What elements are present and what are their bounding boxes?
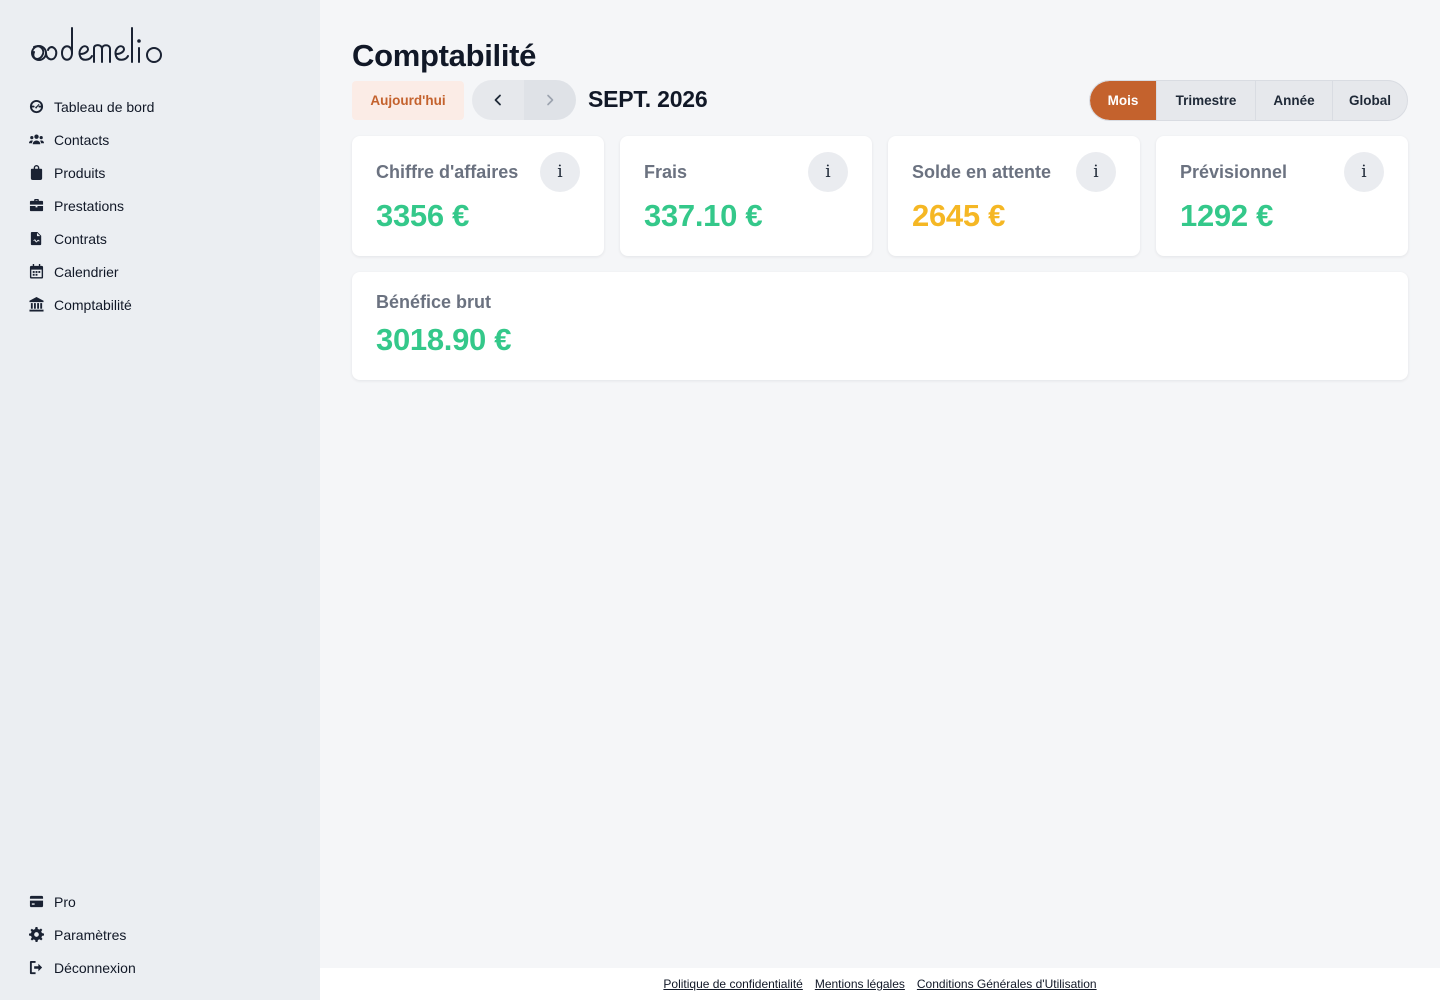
sidebar-item-contacts[interactable]: Contacts: [28, 123, 154, 156]
period-selector: Mois Trimestre Année Global: [1089, 80, 1408, 121]
info-button[interactable]: i: [1344, 152, 1384, 192]
main-content: Comptabilité Aujourd'hui SEPT. 2026 Mois…: [320, 0, 1440, 968]
card-label: Solde en attente: [912, 162, 1052, 182]
card-value: 3018.90 €: [376, 322, 512, 357]
privacy-policy-link[interactable]: Politique de confidentialité: [663, 977, 802, 991]
card-value: 1292 €: [1180, 198, 1274, 233]
sidebar-item-label: Comptabilité: [54, 296, 132, 313]
card-value: 337.10 €: [644, 198, 763, 233]
forecast-card: Prévisionnel 1292 € i: [1156, 136, 1408, 256]
sidebar-item-label: Tableau de bord: [54, 98, 155, 115]
sidebar: ademelio Tableau de bord Contacts Produi…: [0, 0, 320, 1000]
sidebar-item-comptabilite[interactable]: Comptabilité: [28, 288, 154, 321]
sidebar-item-label: Pro: [54, 893, 76, 910]
current-period: SEPT. 2026: [588, 86, 708, 112]
sidebar-item-produits[interactable]: Produits: [28, 156, 154, 189]
info-button[interactable]: i: [1076, 152, 1116, 192]
contract-icon: [28, 231, 44, 247]
users-icon: [28, 132, 44, 148]
logo-mark: [31, 27, 162, 63]
briefcase-icon: [28, 198, 44, 214]
sidebar-item-label: Déconnexion: [54, 959, 136, 976]
page-title: Comptabilité: [352, 38, 537, 73]
card-label: Bénéfice brut: [376, 292, 492, 312]
terms-link[interactable]: Conditions Générales d'Utilisation: [917, 977, 1097, 991]
period-option-global[interactable]: Global: [1332, 81, 1407, 120]
previous-period-button[interactable]: [472, 80, 524, 120]
card-label: Frais: [644, 162, 688, 182]
sidebar-item-calendrier[interactable]: Calendrier: [28, 255, 154, 288]
period-navigation: [472, 80, 576, 120]
chevron-right-icon: [547, 94, 554, 106]
next-period-button[interactable]: [524, 80, 576, 120]
sidebar-item-tableau-de-bord[interactable]: Tableau de bord: [28, 90, 154, 123]
card-label: Prévisionnel: [1180, 162, 1288, 182]
gear-icon: [28, 927, 44, 943]
footer: Politique de confidentialité Mentions lé…: [320, 968, 1440, 1000]
card-value: 3356 €: [376, 198, 470, 233]
sidebar-item-prestations[interactable]: Prestations: [28, 189, 154, 222]
chevron-left-icon: [494, 94, 501, 106]
calendar-icon: [28, 264, 44, 280]
sidebar-item-label: Contacts: [54, 131, 110, 148]
card-value: 2645 €: [912, 198, 1006, 233]
sidebar-item-label: Contrats: [54, 230, 107, 247]
gross-profit-card: Bénéfice brut 3018.90 €: [352, 272, 1408, 380]
legal-notice-link[interactable]: Mentions légales: [815, 977, 905, 991]
ademelio-logo[interactable]: ademelio: [28, 20, 228, 70]
revenue-card: Chiffre d'affaires 3356 € i: [352, 136, 604, 256]
today-button[interactable]: Aujourd'hui: [352, 81, 464, 120]
period-option-annee[interactable]: Année: [1255, 81, 1332, 120]
expenses-card: Frais 337.10 € i: [620, 136, 872, 256]
sidebar-item-label: Prestations: [54, 197, 125, 214]
logout-icon: [28, 960, 44, 976]
sidebar-item-deconnexion[interactable]: Déconnexion: [28, 951, 136, 984]
sidebar-item-pro[interactable]: Pro: [28, 885, 136, 918]
bag-icon: [28, 165, 44, 181]
dashboard-icon: [28, 99, 44, 115]
bank-icon: [28, 297, 44, 313]
period-option-trimestre[interactable]: Trimestre: [1156, 81, 1255, 120]
info-button[interactable]: i: [808, 152, 848, 192]
info-button[interactable]: i: [540, 152, 580, 192]
sidebar-bottom-nav: Pro Paramètres Déconnexion: [28, 885, 136, 984]
sidebar-nav: Tableau de bord Contacts Produits Presta…: [28, 90, 154, 321]
credit-card-icon: [28, 894, 44, 910]
sidebar-item-label: Paramètres: [54, 926, 127, 943]
period-option-mois[interactable]: Mois: [1090, 81, 1156, 120]
sidebar-item-contrats[interactable]: Contrats: [28, 222, 154, 255]
pending-balance-card: Solde en attente 2645 € i: [888, 136, 1140, 256]
card-label: Chiffre d'affaires: [376, 162, 519, 182]
sidebar-item-parametres[interactable]: Paramètres: [28, 918, 136, 951]
sidebar-item-label: Produits: [54, 164, 106, 181]
sidebar-item-label: Calendrier: [54, 263, 119, 280]
